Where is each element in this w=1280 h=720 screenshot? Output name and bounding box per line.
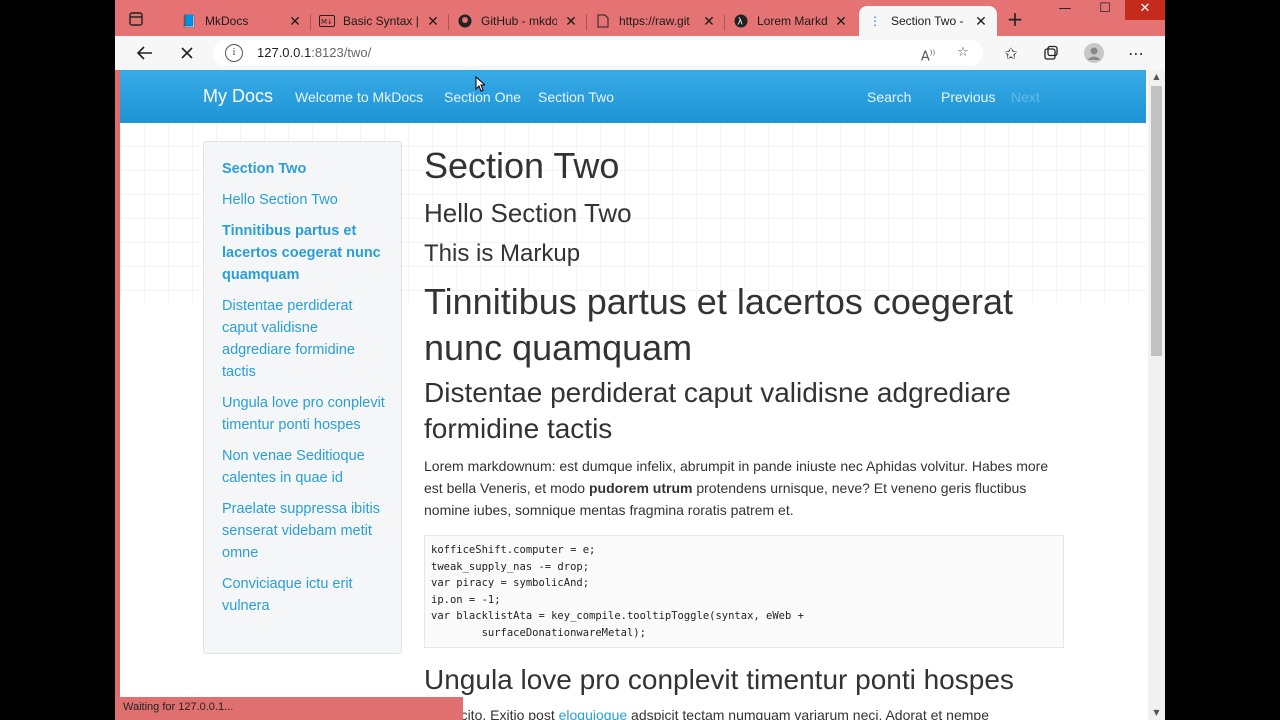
tab-github[interactable]: GitHub - mkdo ✕ [449, 6, 587, 36]
code-block: kofficeShift.computer = e; tweak_supply_… [424, 535, 1064, 648]
tab-title: Lorem Markdo [757, 14, 827, 28]
browser-window: 📘 MkDocs ✕ M↓ Basic Syntax | M ✕ GitHub … [115, 0, 1165, 720]
nav-search[interactable]: Search [867, 89, 911, 105]
document-icon [595, 13, 611, 29]
tab-title: https://raw.git [619, 14, 690, 28]
nav-section-two[interactable]: Section Two [538, 89, 614, 105]
page-viewport: My Docs Welcome to MkDocs Section One Se… [120, 70, 1165, 720]
nav-welcome[interactable]: Welcome to MkDocs [295, 89, 423, 105]
vertical-scrollbar[interactable]: ▲ ▼ [1148, 70, 1165, 720]
close-tab-icon[interactable]: ✕ [563, 13, 579, 30]
toc-item[interactable]: Non venae Seditioque calentes in quae id [222, 445, 391, 489]
collections-icon[interactable] [1037, 40, 1065, 66]
favorites-icon[interactable]: ✩ [997, 40, 1025, 66]
close-tab-icon[interactable]: ✕ [701, 13, 717, 30]
tab-title: MkDocs [205, 14, 249, 28]
svg-text:M↓: M↓ [321, 18, 333, 26]
close-tab-icon[interactable]: ✕ [833, 13, 849, 30]
tab-title: Basic Syntax | M [343, 14, 419, 28]
bold-text: pudorem utrum [589, 480, 693, 496]
loading-dots-icon: ⋮ [869, 14, 881, 28]
read-aloud-icon[interactable]: A)) [918, 44, 938, 64]
tab-title: GitHub - mkdo [481, 14, 557, 28]
maximize-button[interactable]: ☐ [1085, 0, 1125, 20]
github-icon [457, 13, 473, 29]
svg-text:λ: λ [738, 18, 744, 28]
profile-avatar[interactable] [1080, 40, 1108, 66]
book-icon: 📘 [181, 14, 197, 28]
inline-link[interactable]: eloquioque [559, 707, 628, 720]
toc-item[interactable]: Distentae perdiderat caput validisne adg… [222, 295, 391, 383]
scroll-up-arrow-icon[interactable]: ▲ [1148, 70, 1165, 84]
toc-item[interactable]: Hello Section Two [222, 189, 391, 211]
minimize-button[interactable]: — [1045, 0, 1085, 20]
close-tab-icon[interactable]: ✕ [425, 13, 441, 30]
tab-mkdocs[interactable]: 📘 MkDocs ✕ [173, 6, 311, 36]
page-title: Section Two [424, 145, 620, 186]
body-paragraph: Nunc cito. Exitio post eloquioque adspic… [424, 704, 1064, 720]
address-toolbar: i 127.0.0.1:8123/two/ A)) ☆ ✩ ⋯ [115, 36, 1165, 70]
back-button[interactable] [131, 40, 159, 66]
more-menu-icon[interactable]: ⋯ [1122, 40, 1150, 66]
site-navbar: My Docs Welcome to MkDocs Section One Se… [120, 70, 1146, 123]
mouse-cursor-icon [475, 76, 485, 92]
url-text: 127.0.0.1:8123/two/ [257, 45, 371, 60]
url-path: :8123/two/ [311, 45, 372, 60]
scroll-down-arrow-icon[interactable]: ▼ [1148, 706, 1165, 720]
main-content: Section Two Hello Section Two This is Ma… [424, 141, 1064, 720]
site-info-icon[interactable]: i [225, 44, 243, 62]
tab-raw-github[interactable]: https://raw.git ✕ [587, 6, 725, 36]
close-tab-icon[interactable]: ✕ [973, 13, 989, 30]
address-bar[interactable]: i 127.0.0.1:8123/two/ A)) ☆ [213, 40, 983, 66]
subtitle-heading: Hello Section Two [424, 198, 632, 228]
tab-lorem-markdown[interactable]: λ Lorem Markdo ✕ [725, 6, 857, 36]
url-host: 127.0.0.1 [257, 45, 312, 60]
markup-heading: This is Markup [424, 240, 581, 267]
markdown-icon: M↓ [319, 13, 335, 29]
subsection-heading: Distentae perdiderat caput validisne adg… [424, 377, 1011, 444]
section-heading: Tinnitibus partus et lacertos coegerat n… [424, 281, 1013, 368]
new-tab-button[interactable]: + [1003, 8, 1027, 30]
toc-item[interactable]: Ungula love pro conplevit timentur ponti… [222, 392, 391, 436]
tab-title: Section Two - [891, 14, 964, 28]
close-tab-icon[interactable]: ✕ [287, 13, 303, 30]
site-brand[interactable]: My Docs [203, 86, 273, 107]
toc-item[interactable]: Conviciaque ictu erit vulnera [222, 573, 391, 617]
status-bubble: Waiting for 127.0.0.1... [115, 697, 463, 720]
scrollbar-thumb[interactable] [1151, 86, 1162, 356]
toc-item[interactable]: Praelate suppressa ibitis senserat videb… [222, 498, 391, 564]
tab-section-two[interactable]: ⋮ Section Two - ✕ [859, 6, 997, 36]
nav-previous[interactable]: Previous [941, 89, 995, 105]
tab-strip: 📘 MkDocs ✕ M↓ Basic Syntax | M ✕ GitHub … [115, 0, 1165, 36]
stop-loading-button[interactable] [173, 40, 201, 66]
add-favorite-icon[interactable]: ☆ [953, 44, 973, 62]
subsection-heading: Ungula love pro conplevit timentur ponti… [424, 664, 1014, 695]
body-paragraph: Lorem markdownum: est dumque infelix, ab… [424, 455, 1064, 521]
paragraph-text: adspicit tectam numquam variarum neci. A… [627, 707, 989, 720]
toc-item[interactable]: Section Two [222, 158, 391, 180]
close-window-button[interactable]: ✕ [1125, 0, 1165, 20]
tab-basic-syntax[interactable]: M↓ Basic Syntax | M ✕ [311, 6, 449, 36]
toc-sidebar: Section Two Hello Section Two Tinnitibus… [203, 141, 402, 654]
tab-actions-icon[interactable] [125, 8, 147, 30]
lambda-icon: λ [733, 13, 749, 29]
toc-item[interactable]: Tinnitibus partus et lacertos coegerat n… [222, 220, 391, 286]
nav-next: Next [1011, 89, 1040, 105]
